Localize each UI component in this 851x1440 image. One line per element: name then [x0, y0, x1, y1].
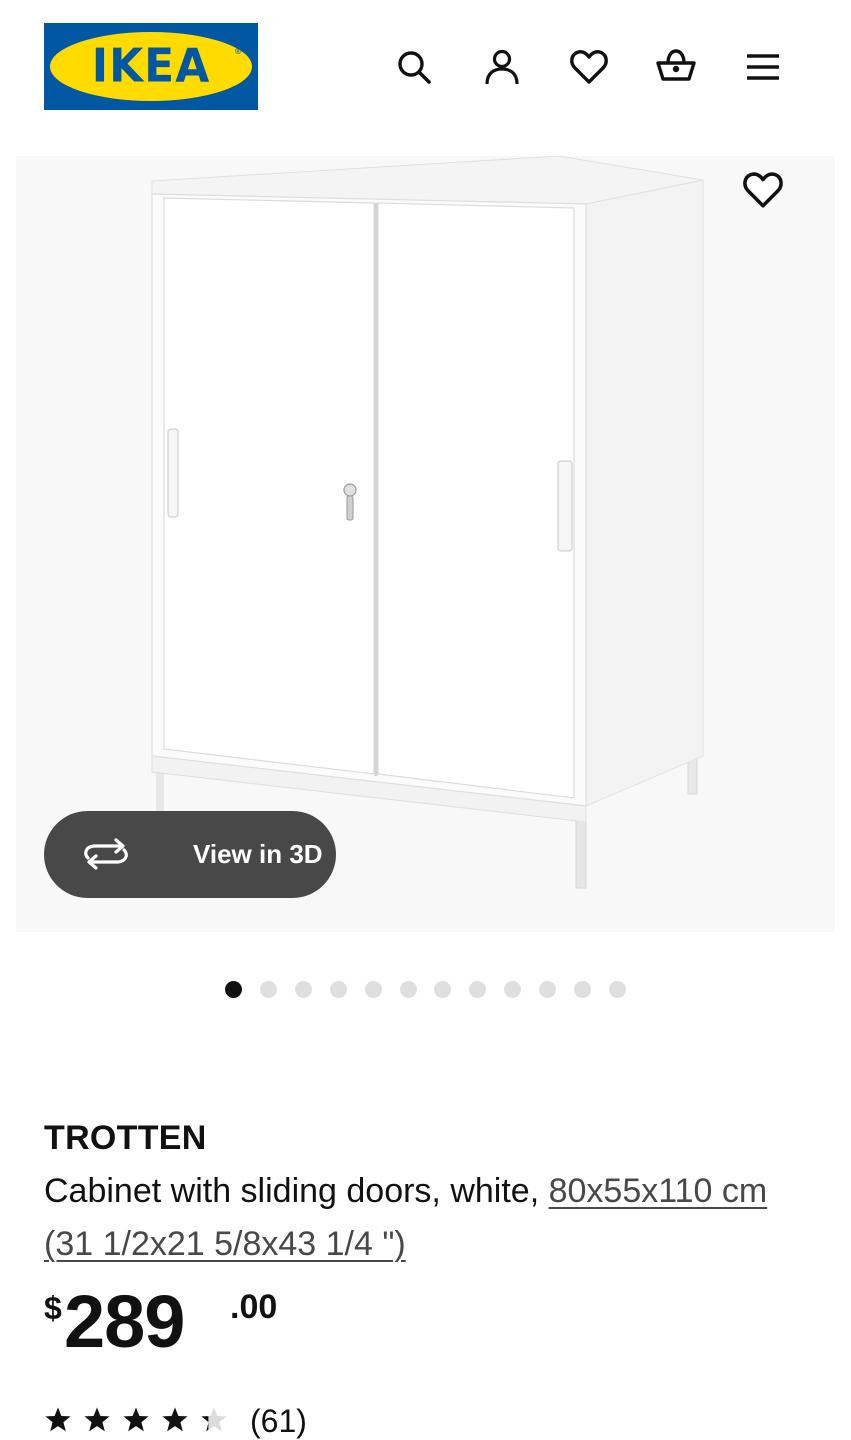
- carousel-dot[interactable]: [469, 981, 487, 998]
- search-button[interactable]: [391, 44, 437, 90]
- view-in-3d-label: View in 3D: [193, 839, 323, 869]
- search-icon: [398, 51, 431, 84]
- menu-button[interactable]: [740, 44, 786, 90]
- logo-registered-mark: ®: [234, 47, 242, 56]
- rating-star-icon: [84, 1407, 110, 1432]
- cart-button[interactable]: [653, 44, 699, 90]
- favourites-icon: [570, 50, 608, 84]
- review-count: (61): [250, 1403, 307, 1439]
- rating-star-icon: [45, 1407, 71, 1432]
- rating-star-icon: [123, 1407, 149, 1432]
- account-icon: [485, 49, 519, 85]
- carousel-dot[interactable]: [399, 981, 417, 998]
- carousel-dot[interactable]: [329, 981, 347, 998]
- carousel-dot[interactable]: [574, 981, 591, 998]
- price-decimal: .00: [230, 1288, 278, 1326]
- carousel-dot[interactable]: [294, 981, 312, 998]
- price-currency: $: [44, 1290, 62, 1326]
- logo-wordmark: IKEA: [91, 39, 211, 94]
- carousel-dot[interactable]: [608, 981, 626, 998]
- price-integer: 289: [64, 1280, 185, 1363]
- carousel-dot[interactable]: [259, 981, 277, 998]
- carousel-pagination: [0, 980, 851, 1000]
- product-type-text: Cabinet with sliding doors, white,: [44, 1172, 549, 1210]
- product-description: Cabinet with sliding doors, white, 80x55…: [44, 1165, 804, 1271]
- account-button[interactable]: [479, 44, 525, 90]
- view-in-3d-button[interactable]: View in 3D: [44, 811, 336, 898]
- rotate-3d-icon: [84, 838, 128, 870]
- save-to-favourites-button[interactable]: [730, 160, 796, 220]
- carousel-dot[interactable]: [504, 981, 522, 998]
- carousel-dot[interactable]: [225, 981, 242, 998]
- ikea-logo[interactable]: IKEA ®: [44, 23, 258, 110]
- carousel-dot[interactable]: [364, 981, 382, 998]
- heart-outline-icon: [743, 172, 783, 208]
- carousel-dot[interactable]: [434, 981, 452, 998]
- menu-icon: [747, 54, 779, 80]
- product-rating[interactable]: (61): [44, 1400, 444, 1440]
- carousel-dot[interactable]: [539, 981, 557, 998]
- favourites-button[interactable]: [566, 44, 612, 90]
- rating-star-icon: [162, 1407, 188, 1432]
- rating-star-icon: [201, 1407, 227, 1432]
- site-header: IKEA ®: [0, 0, 851, 130]
- cart-icon: [656, 49, 696, 81]
- product-name: TROTTEN: [44, 1119, 207, 1157]
